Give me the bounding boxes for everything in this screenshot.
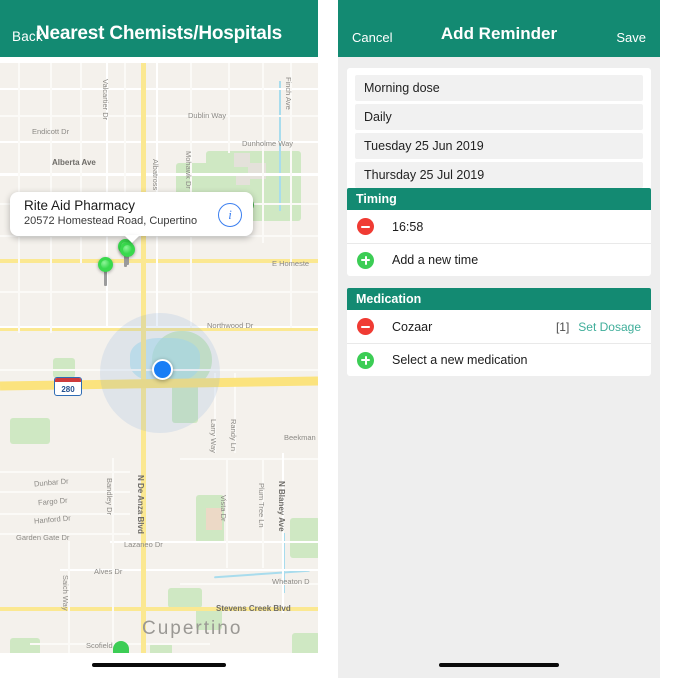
medication-row-add[interactable]: Select a new medication bbox=[347, 343, 651, 376]
field-name[interactable]: Morning dose bbox=[355, 75, 643, 101]
map-street-h9 bbox=[180, 458, 318, 460]
timing-time-label: 16:58 bbox=[392, 219, 424, 234]
map-green-6 bbox=[168, 588, 202, 608]
medication-name-label: Cozaar bbox=[392, 319, 433, 334]
map-street-h2 bbox=[0, 115, 318, 117]
remove-time-icon[interactable] bbox=[357, 218, 374, 235]
reminder-fields-card: Morning dose Daily Tuesday 25 Jun 2019 T… bbox=[347, 68, 651, 195]
map-street-dunbar bbox=[0, 471, 130, 473]
map-street-v6 bbox=[262, 63, 264, 243]
medication-row-cozaar[interactable]: Cozaar [1] Set Dosage bbox=[347, 310, 651, 343]
callout-tail bbox=[124, 235, 140, 243]
map-street-h1 bbox=[0, 88, 318, 90]
map-green-7 bbox=[10, 638, 40, 653]
map-label-beekman: Beekman bbox=[284, 433, 316, 442]
map-label-saich-way: Saich Way bbox=[61, 575, 70, 611]
callout-subtitle: 20572 Homestead Road, Cupertino bbox=[24, 215, 198, 227]
map-street-homestead bbox=[0, 259, 318, 263]
medication-section-header: Medication bbox=[347, 288, 651, 310]
save-button[interactable]: Save bbox=[616, 30, 646, 45]
map-green-3 bbox=[10, 418, 50, 444]
map-label-e-homestead: E Homeste bbox=[272, 259, 310, 268]
add-time-icon[interactable] bbox=[357, 251, 374, 269]
left-home-indicator-area bbox=[0, 653, 318, 678]
map-street-v5 bbox=[228, 63, 230, 153]
right-home-indicator[interactable] bbox=[439, 663, 559, 667]
map-label-wheaton-dr: Wheaton D bbox=[272, 577, 310, 586]
home-indicator[interactable] bbox=[92, 663, 226, 667]
map-green-5 bbox=[290, 518, 318, 558]
field-start-date[interactable]: Tuesday 25 Jun 2019 bbox=[355, 133, 643, 159]
page-title: Nearest Chemists/Hospitals bbox=[35, 23, 283, 44]
highway-shield-label: 280 bbox=[61, 385, 75, 394]
map-label-northwood-dr: Northwood Dr bbox=[207, 321, 254, 330]
highway-shield-280: 280 bbox=[54, 377, 82, 396]
timing-section-header: Timing bbox=[347, 188, 651, 210]
callout-title: Rite Aid Pharmacy bbox=[24, 198, 136, 213]
map-pin-head-3[interactable] bbox=[98, 257, 113, 272]
map-label-endicott-dr: Endicott Dr bbox=[32, 127, 70, 136]
medication-quantity-badge: [1] bbox=[555, 319, 570, 334]
screenshot-root: Back Nearest Chemists/Hospitals Chemists… bbox=[0, 0, 675, 678]
left-nav-bar: Back Nearest Chemists/Hospitals bbox=[0, 0, 318, 57]
map-pin-head-2[interactable] bbox=[120, 242, 135, 257]
medication-section-body: Cozaar [1] Set Dosage Select a new medic… bbox=[347, 310, 651, 376]
map-label-larry-way: Larry Way bbox=[209, 419, 218, 453]
map-label-cupertino: Cupertino bbox=[142, 618, 243, 639]
map-label-garden-gate-dr: Garden Gate Dr bbox=[16, 533, 70, 542]
field-frequency[interactable]: Daily bbox=[355, 104, 643, 130]
map-label-randy-ln: Randy Ln bbox=[229, 419, 238, 452]
map-label-stevens-creek-blvd: Stevens Creek Blvd bbox=[216, 604, 291, 613]
map-street-h7 bbox=[0, 291, 318, 293]
right-home-indicator-area bbox=[338, 653, 660, 678]
medication-row-actions: [1] Set Dosage bbox=[556, 320, 641, 334]
field-end-date[interactable]: Thursday 25 Jul 2019 bbox=[355, 162, 643, 188]
right-nav-bar: Cancel Add Reminder Save bbox=[338, 0, 660, 57]
right-phone-panel: Cancel Add Reminder Save Morning dose Da… bbox=[338, 0, 660, 678]
map-label-dublin-way: Dublin Way bbox=[188, 111, 227, 120]
map-label-dunholme-way: Dunholme Way bbox=[242, 139, 293, 148]
map-canvas: 280 Dublin Way Dunholme Way Endicott Dr … bbox=[0, 63, 318, 653]
map-label-alves-dr: Alves Dr bbox=[94, 567, 123, 576]
map-label-plum-tree-ln: Plum Tree Ln bbox=[257, 483, 266, 528]
timing-row-time[interactable]: 16:58 bbox=[347, 210, 651, 243]
left-phone-panel: Back Nearest Chemists/Hospitals Chemists… bbox=[0, 0, 318, 678]
map-view[interactable]: 280 Dublin Way Dunholme Way Endicott Dr … bbox=[0, 63, 318, 653]
map-label-n-de-anza-blvd: N De Anza Blvd bbox=[136, 475, 145, 534]
user-location-dot bbox=[152, 359, 173, 380]
map-label-bandley-dr: Bandley Dr bbox=[105, 478, 114, 516]
map-green-10 bbox=[292, 633, 318, 653]
map-callout[interactable]: Rite Aid Pharmacy 20572 Homestead Road, … bbox=[10, 192, 253, 236]
set-dosage-link[interactable]: Set Dosage bbox=[578, 320, 641, 334]
remove-medication-icon[interactable] bbox=[357, 318, 374, 335]
map-label-n-blaney-ave: N Blaney Ave bbox=[277, 481, 286, 532]
map-label-vista-dr: Vista Dr bbox=[219, 495, 228, 522]
map-label-finch-ave: Finch Ave bbox=[284, 77, 293, 110]
add-medication-label: Select a new medication bbox=[392, 353, 528, 367]
map-pin-bottom bbox=[113, 641, 129, 653]
map-street-v4 bbox=[124, 63, 126, 203]
info-icon[interactable]: i bbox=[218, 203, 242, 227]
map-green-2 bbox=[53, 358, 75, 378]
add-time-label: Add a new time bbox=[392, 253, 479, 267]
add-medication-icon[interactable] bbox=[357, 351, 374, 369]
map-label-alberta-ave: Alberta Ave bbox=[52, 158, 96, 167]
map-street-nblaney bbox=[282, 453, 284, 613]
map-label-mohawk-dr: Mohawk Dr bbox=[184, 151, 193, 189]
map-green-8 bbox=[150, 643, 172, 653]
timing-row-add[interactable]: Add a new time bbox=[347, 243, 651, 276]
map-label-lazaneo-dr: Lazaneo Dr bbox=[124, 540, 163, 549]
right-page-title: Add Reminder bbox=[440, 24, 558, 43]
timing-section-body: 16:58 Add a new time bbox=[347, 210, 651, 276]
map-label-valcartier-dr: Valcartier Dr bbox=[101, 79, 110, 121]
